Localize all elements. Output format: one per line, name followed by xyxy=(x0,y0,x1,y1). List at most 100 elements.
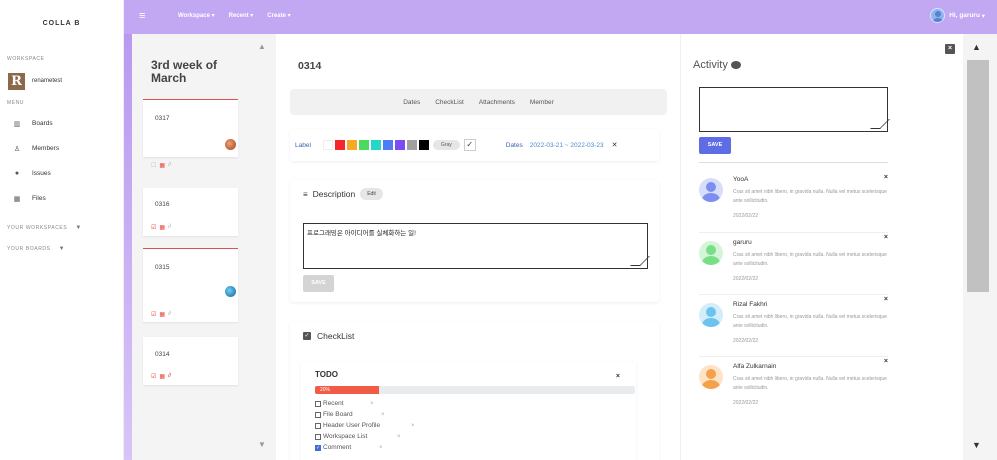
hamburger-icon[interactable]: ≡ xyxy=(139,10,145,22)
description-textarea[interactable]: 프로그래밍은 아이디어를 실체화하는 일! xyxy=(303,223,650,269)
nav-create[interactable]: Create ▾ xyxy=(267,12,290,19)
align-left-icon: ≡ xyxy=(303,189,308,199)
comment-save-button[interactable]: SAVE xyxy=(699,137,731,154)
topbar: ≡ Workspace ▾ Recent ▾ Create ▾ Hi, garu… xyxy=(124,0,997,34)
todo-item[interactable]: Recent × xyxy=(315,400,374,407)
delete-activity-button[interactable]: × xyxy=(884,358,888,365)
sidebar-item-label: Members xyxy=(32,145,60,152)
sidebar-item-boards[interactable]: ▥ Boards xyxy=(0,111,123,136)
color-swatch-green[interactable] xyxy=(358,140,369,150)
todo-checkbox[interactable] xyxy=(315,411,321,418)
todo-item[interactable]: File Board × xyxy=(315,411,385,418)
tab-member[interactable]: Member xyxy=(530,99,554,106)
todo-item-label: Workspace List xyxy=(323,433,368,440)
resize-handle-icon[interactable] xyxy=(870,119,890,129)
board-icon: ▥ xyxy=(13,120,21,128)
todo-checkbox[interactable] xyxy=(315,400,321,407)
clear-dates-button[interactable]: ✕ xyxy=(612,141,618,149)
page-scrollbar[interactable]: ▲ ▼ xyxy=(963,34,997,460)
scrollbar-thumb[interactable] xyxy=(967,60,989,292)
activity-text: Cras sit amet nibh libero, in gravida nu… xyxy=(733,314,887,329)
todo-remove-button[interactable]: × xyxy=(381,412,385,418)
brand-logo[interactable]: COLLA B xyxy=(0,0,123,47)
tab-attachments[interactable]: Attachments xyxy=(479,99,515,106)
board-card[interactable]: 0317 ☐ ▦ ∂ xyxy=(143,99,238,169)
todo-remove-button[interactable]: × xyxy=(397,434,401,440)
activity-date: 2022/02/22 xyxy=(733,213,759,219)
scroll-up-icon[interactable]: ▲ xyxy=(258,42,266,51)
board-card[interactable]: 0314 ☑ ▦ ∂ xyxy=(143,337,238,385)
checkbox-icon: ☐ xyxy=(151,163,157,169)
tab-dates[interactable]: Dates xyxy=(403,99,420,106)
activity-date: 2022/02/22 xyxy=(733,276,759,282)
activity-panel: Activity × SAVE YooA Cras sit amet nibh … xyxy=(680,34,963,460)
todo-remove-button[interactable]: × xyxy=(411,423,415,429)
label-dates-row: Label Gray ✓ Dates 2022-03-21 ~ 2022-03-… xyxy=(290,129,659,161)
delete-activity-button[interactable]: × xyxy=(884,174,888,181)
color-swatch-teal[interactable] xyxy=(370,140,381,150)
scroll-down-icon[interactable]: ▼ xyxy=(258,440,266,449)
workspace-logo: R xyxy=(8,72,25,90)
delete-activity-button[interactable]: × xyxy=(884,234,888,241)
activity-text: Cras sit amet nibh libero, in gravida nu… xyxy=(733,252,887,267)
tab-checklist[interactable]: CheckList xyxy=(435,99,464,106)
activity-date: 2022/02/22 xyxy=(733,400,759,406)
todo-list: TODO × 20% Recent × File Board × Header … xyxy=(301,362,636,460)
paperclip-icon: ∂ xyxy=(168,162,172,168)
color-swatch-purple[interactable] xyxy=(394,140,405,150)
scroll-up-icon[interactable]: ▲ xyxy=(972,42,981,52)
color-swatch-white[interactable] xyxy=(322,140,333,150)
activity-author: Alfa Zulkarnain xyxy=(733,363,777,370)
edit-button[interactable]: Edit xyxy=(360,188,383,200)
color-swatch-gray[interactable] xyxy=(406,140,417,150)
todo-item[interactable]: Header User Profile × xyxy=(315,422,415,429)
nav-workspace[interactable]: Workspace ▾ xyxy=(178,12,215,19)
checkbox-icon: ✓ xyxy=(303,332,311,340)
card-title: 0317 xyxy=(155,115,170,122)
close-panel-button[interactable]: × xyxy=(945,44,955,54)
todo-checkbox[interactable] xyxy=(315,433,321,440)
todo-delete-button[interactable]: × xyxy=(616,373,620,380)
caret-down-icon: ▼ xyxy=(75,224,82,231)
color-swatch-black[interactable] xyxy=(418,140,429,150)
label-confirm-checkbox[interactable]: ✓ xyxy=(463,139,476,151)
color-swatch-blue[interactable] xyxy=(382,140,393,150)
todo-remove-button[interactable]: × xyxy=(379,445,383,451)
calendar-icon: ▦ xyxy=(159,225,166,231)
todo-remove-button[interactable]: × xyxy=(370,401,374,407)
detail-tabs: Dates CheckList Attachments Member xyxy=(290,89,667,115)
color-swatch-red[interactable] xyxy=(334,140,345,150)
activity-title: Activity xyxy=(693,59,728,71)
background-strip xyxy=(124,34,132,460)
sidebar-item-files[interactable]: ▦ Files xyxy=(0,186,123,211)
your-workspaces-toggle[interactable]: YOUR WORKSPACES ▼ xyxy=(0,217,123,238)
your-boards-toggle[interactable]: YOUR BOARDS ▼ xyxy=(0,238,123,259)
dates-value[interactable]: 2022-03-21 ~ 2022-03-23 xyxy=(530,142,604,149)
todo-item[interactable]: ✓ Comment × xyxy=(315,444,383,451)
todo-checkbox[interactable] xyxy=(315,422,321,429)
sidebar-item-members[interactable]: ♙ Members xyxy=(0,136,123,161)
user-menu[interactable]: Hi, garuru ▾ xyxy=(930,8,985,23)
resize-handle-icon[interactable] xyxy=(630,256,650,266)
sidebar: COLLA B WORKSPACE R renametest MENU ▥ Bo… xyxy=(0,0,124,460)
sidebar-item-issues[interactable]: ● Issues xyxy=(0,161,123,186)
description-save-button[interactable]: SAVE xyxy=(303,275,334,292)
avatar xyxy=(699,303,723,327)
comment-textarea[interactable] xyxy=(699,87,890,132)
board-card[interactable]: 0315 ☑ ▦ ∂ xyxy=(143,248,238,322)
avatar xyxy=(699,365,723,389)
delete-activity-button[interactable]: × xyxy=(884,296,888,303)
todo-item[interactable]: Workspace List × xyxy=(315,433,401,440)
card-title: 0314 xyxy=(155,351,170,358)
todo-checkbox-checked[interactable]: ✓ xyxy=(315,444,321,451)
label-name-pill[interactable]: Gray xyxy=(432,140,460,150)
board-card[interactable]: 0316 ☑ ▦ ∂ xyxy=(143,188,238,236)
nav-recent[interactable]: Recent ▾ xyxy=(229,12,254,19)
menu-heading: MENU xyxy=(7,100,25,106)
board-scrollbar[interactable]: ▲ ▼ xyxy=(249,34,276,460)
workspace-item[interactable]: R renametest xyxy=(0,62,123,92)
divider xyxy=(699,162,888,163)
color-swatch-orange[interactable] xyxy=(346,140,357,150)
label-heading: Label xyxy=(295,141,311,149)
scroll-down-icon[interactable]: ▼ xyxy=(972,440,981,450)
